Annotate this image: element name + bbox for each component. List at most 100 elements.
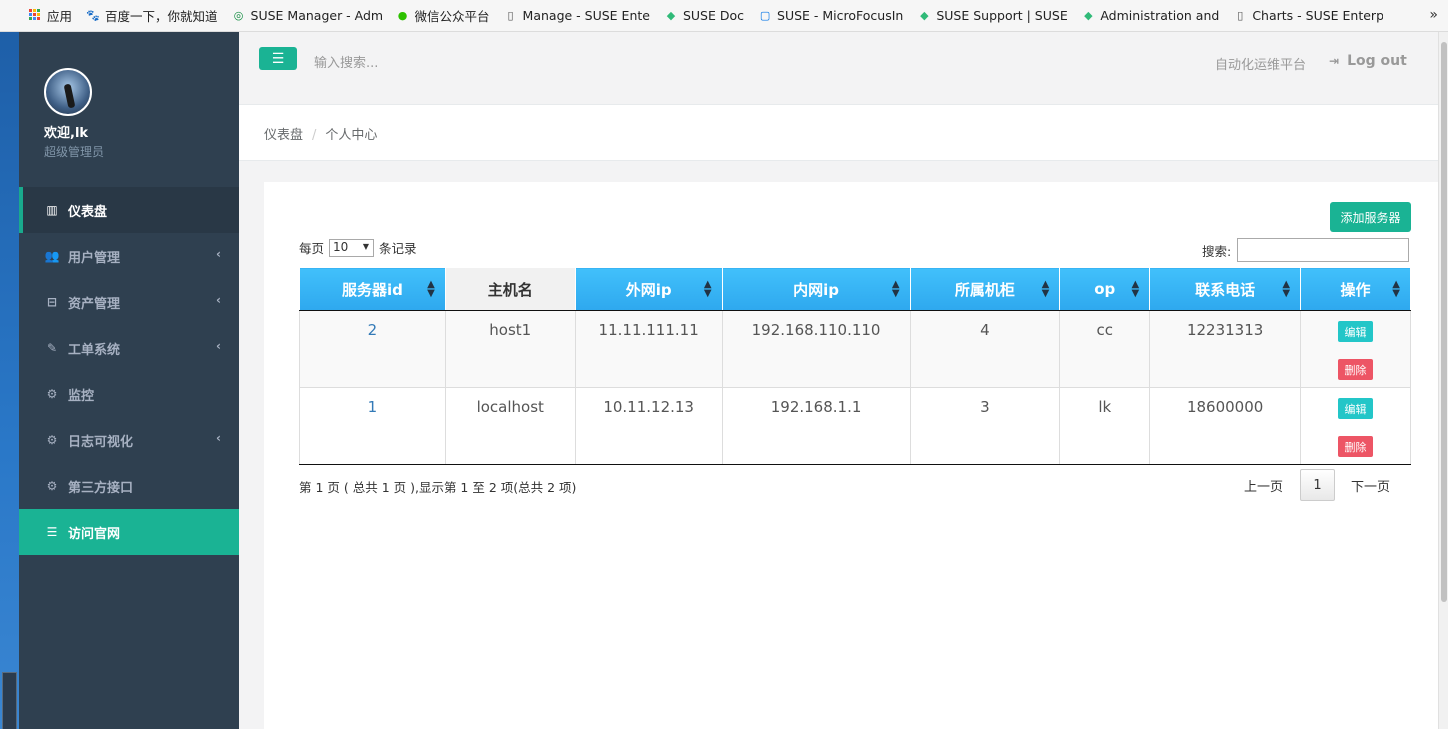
column-header-label: 操作 xyxy=(1340,280,1371,299)
bookmark-item[interactable]: ◆ Administration and xyxy=(1081,8,1219,23)
cell-cabinet: 4 xyxy=(910,310,1061,388)
logout-label: Log out xyxy=(1347,53,1407,69)
platform-title: 自动化运维平台 xyxy=(1215,58,1307,73)
welcome-text[interactable]: 欢迎,lk xyxy=(44,122,239,141)
page-length-control: 每页 10 条记录 xyxy=(299,238,417,257)
logout-link[interactable]: ⇥ Log out xyxy=(1329,53,1407,69)
column-header-label: 所属机柜 xyxy=(954,280,1015,299)
sidebar-item[interactable]: ⚙ 日志可视化 ‹ xyxy=(19,417,239,463)
bookmark-item[interactable]: 🐾 百度一下，你就知道 xyxy=(86,6,218,25)
inbox-icon: ⊟ xyxy=(46,295,58,309)
cell-public-ip: 10.11.12.13 xyxy=(575,387,723,465)
column-header[interactable]: 服务器id ▲ ▼ xyxy=(299,267,446,311)
scrollbar-thumb[interactable] xyxy=(1441,42,1447,602)
page-number-button[interactable]: 1 xyxy=(1300,469,1336,501)
microfocus-icon: ▢ xyxy=(759,9,771,22)
bookmark-item[interactable]: ◎ SUSE Manager - Adm xyxy=(232,8,382,23)
breadcrumb-home[interactable]: 仪表盘 xyxy=(264,128,303,143)
page-icon: ▯ xyxy=(1237,9,1244,22)
cogs-icon: ⚙ xyxy=(46,479,58,493)
delete-button[interactable]: 删除 xyxy=(1338,359,1374,380)
bookmark-label: Charts - SUSE Enterp xyxy=(1252,8,1384,23)
sort-icon: ▲ ▼ xyxy=(1282,279,1291,299)
table-search-input[interactable] xyxy=(1237,238,1410,262)
column-header[interactable]: 操作 ▲ ▼ xyxy=(1300,267,1411,311)
page-length-select[interactable]: 10 xyxy=(329,238,375,257)
column-header[interactable]: 内网ip ▲ ▼ xyxy=(721,267,911,311)
column-header-label: op xyxy=(1094,280,1116,298)
suse-chameleon-icon: ◆ xyxy=(666,9,676,22)
sidebar-item[interactable]: ⊟ 资产管理 ‹ xyxy=(19,279,239,325)
sidebar-item[interactable]: ✎ 工单系统 ‹ xyxy=(19,325,239,371)
column-header-label: 服务器id xyxy=(341,280,403,299)
column-header-label: 联系电话 xyxy=(1195,280,1256,299)
bookmark-item[interactable]: ▯ Charts - SUSE Enterp xyxy=(1233,8,1383,23)
sidebar-item-label: 第三方接口 xyxy=(68,480,134,496)
cell-id[interactable]: 1 xyxy=(299,387,446,465)
bookmark-label: SUSE - MicroFocusIn xyxy=(777,8,904,23)
column-header-label: 内网ip xyxy=(793,280,839,299)
sidebar-item[interactable]: ▥ 仪表盘 xyxy=(19,187,239,233)
length-suffix: 条记录 xyxy=(379,241,417,256)
cell-public-ip: 11.11.111.11 xyxy=(575,310,723,388)
row-actions: 编辑 删除 xyxy=(1301,398,1410,457)
top-header: ☰ 输入搜索... 自动化运维平台 ⇥ Log out xyxy=(239,32,1438,105)
bookmark-label: 微信公众平台 xyxy=(414,9,490,24)
profile-block: 欢迎,lk 超级管理员 xyxy=(19,32,239,187)
column-header[interactable]: op ▲ ▼ xyxy=(1059,267,1151,311)
bookmark-label: SUSE Doc xyxy=(682,8,745,23)
bookmark-label: 应用 xyxy=(47,9,73,24)
column-header[interactable]: 联系电话 ▲ ▼ xyxy=(1149,267,1302,311)
search-label: 搜索: xyxy=(1202,243,1232,259)
bookmark-label: Administration and xyxy=(1100,8,1220,23)
sidebar-item-label: 工单系统 xyxy=(68,342,121,358)
cell-hostname: host1 xyxy=(445,310,576,388)
server-table: 服务器id ▲ ▼ 主机名 外网ip ▲ ▼ 内网ip ▲ ▼ 所属机柜 ▲ ▼ op ▲ ▼ 联系电话 ▲ ▼ 操作… xyxy=(299,267,1411,465)
desktop-edge xyxy=(0,32,19,729)
cell-cabinet: 3 xyxy=(910,387,1061,465)
chevron-left-icon: ‹ xyxy=(216,431,221,445)
column-header[interactable]: 主机名 xyxy=(444,267,576,311)
bookmark-item[interactable]: ● 微信公众平台 xyxy=(396,6,490,25)
sidebar-item[interactable]: 👥 用户管理 ‹ xyxy=(19,233,239,279)
length-prefix: 每页 xyxy=(299,241,325,256)
pagination: 上一页 1 下一页 xyxy=(1244,469,1390,501)
page-scrollbar[interactable] xyxy=(1438,32,1448,729)
top-search-input[interactable]: 输入搜索... xyxy=(314,52,378,71)
bookmarks-overflow-button[interactable]: » xyxy=(1429,7,1438,23)
sidebar-item[interactable]: ⚙ 监控 xyxy=(19,371,239,417)
bookmark-item[interactable]: ◆ SUSE Doc xyxy=(664,8,744,23)
bookmark-item[interactable]: ▢ SUSE - MicroFocusIn xyxy=(758,8,904,23)
table-info: 第 1 页 ( 总共 1 页 ),显示第 1 至 2 项(总共 2 项) xyxy=(299,480,577,495)
edit-button[interactable]: 编辑 xyxy=(1338,321,1374,342)
column-header[interactable]: 所属机柜 ▲ ▼ xyxy=(909,267,1061,311)
sidebar: 欢迎,lk 超级管理员 ▥ 仪表盘 👥 用户管理 ‹ ⊟ 资产管理 ‹ ✎ 工单系统 ‹ ⚙ 监控 ⚙ 日志… xyxy=(19,32,239,729)
add-server-button[interactable]: 添加服务器 xyxy=(1330,202,1411,232)
sidebar-item[interactable]: ☰ 访问官网 xyxy=(19,509,239,555)
next-page-button[interactable]: 下一页 xyxy=(1351,476,1390,495)
cell-hostname: localhost xyxy=(445,387,576,465)
bookmark-item[interactable]: 应用 xyxy=(28,6,72,25)
sidebar-item[interactable]: ⚙ 第三方接口 xyxy=(19,463,239,509)
delete-button[interactable]: 删除 xyxy=(1338,436,1374,457)
row-actions: 编辑 删除 xyxy=(1301,321,1410,380)
cell-private-ip: 192.168.1.1 xyxy=(722,387,911,465)
column-header[interactable]: 外网ip ▲ ▼ xyxy=(574,267,723,311)
avatar[interactable] xyxy=(44,68,92,116)
sort-icon: ▲ ▼ xyxy=(1392,279,1400,299)
table-header-row: 服务器id ▲ ▼ 主机名 外网ip ▲ ▼ 内网ip ▲ ▼ 所属机柜 ▲ ▼ op ▲ ▼ 联系电话 ▲ ▼ 操作… xyxy=(299,267,1411,311)
breadcrumb-separator: / xyxy=(312,128,317,143)
bookmark-item[interactable]: ◆ SUSE Support | SUSE xyxy=(917,8,1067,23)
menu-toggle-button[interactable]: ☰ xyxy=(259,47,297,70)
sort-icon: ▲ ▼ xyxy=(427,279,435,299)
prev-page-button[interactable]: 上一页 xyxy=(1244,476,1283,495)
table-body: 2 host1 11.11.111.11 192.168.110.110 4 cc 1223… xyxy=(299,310,1411,465)
user-role: 超级管理员 xyxy=(44,145,105,159)
bookmark-label: 百度一下，你就知道 xyxy=(105,9,218,24)
suse-chameleon-icon: ◆ xyxy=(920,9,929,22)
cell-id[interactable]: 2 xyxy=(299,310,446,388)
edit-button[interactable]: 编辑 xyxy=(1338,398,1374,419)
cogs-icon: ⚙ xyxy=(46,387,58,401)
table-row: 1 localhost 10.11.12.13 192.168.1.1 3 lk 18600… xyxy=(299,387,1411,465)
bookmark-item[interactable]: ▯ Manage - SUSE Ente xyxy=(504,8,650,23)
